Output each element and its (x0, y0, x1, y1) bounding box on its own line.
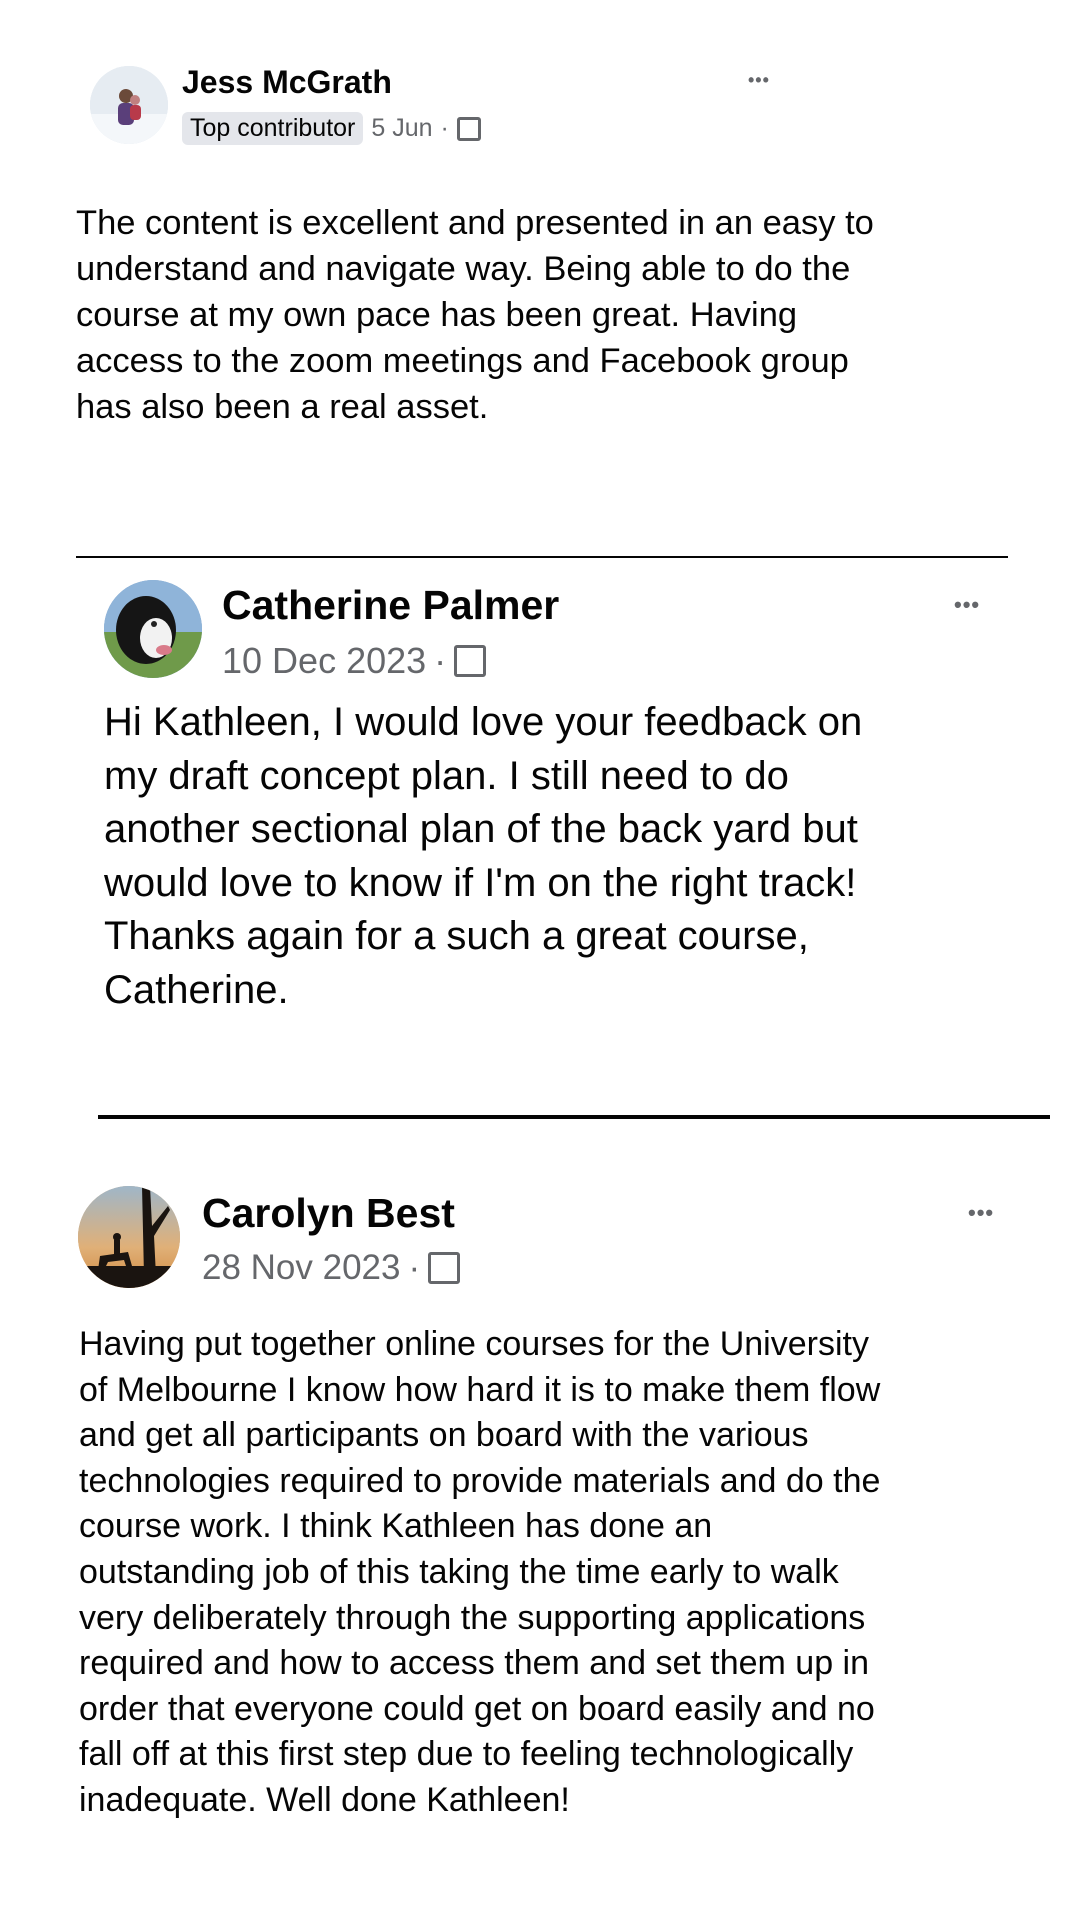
avatar[interactable] (90, 66, 168, 144)
more-options-button[interactable]: ••• (954, 592, 980, 618)
group-audience-icon (454, 645, 487, 677)
author-name[interactable]: Jess McGrath (182, 64, 392, 101)
post-date[interactable]: 28 Nov 2023 (202, 1248, 400, 1288)
post-meta: 10 Dec 2023 · (222, 640, 487, 682)
divider (76, 556, 1008, 558)
post-date[interactable]: 5 Jun (371, 114, 432, 143)
post-body: Having put together online courses for t… (79, 1325, 881, 1819)
author-name[interactable]: Catherine Palmer (222, 582, 559, 629)
avatar[interactable] (78, 1186, 180, 1288)
top-contributor-badge[interactable]: Top contributor (182, 112, 364, 145)
more-options-button[interactable]: ••• (968, 1200, 994, 1226)
avatar[interactable] (104, 580, 202, 678)
post-body: The content is excellent and presented i… (76, 204, 874, 426)
meta-separator: · (440, 114, 449, 142)
divider (98, 1115, 1050, 1119)
meta-separator: · (408, 1248, 421, 1287)
post-body: Hi Kathleen, I would love your feedback … (104, 700, 863, 1012)
post-date[interactable]: 10 Dec 2023 (222, 640, 426, 682)
post-meta: 28 Nov 2023 · (202, 1248, 461, 1288)
group-audience-icon (456, 116, 481, 141)
more-options-button[interactable]: ••• (748, 70, 770, 91)
post-meta: Top contributor 5 Jun · (182, 112, 481, 145)
meta-separator: · (434, 640, 447, 681)
group-audience-icon (428, 1252, 461, 1284)
author-name[interactable]: Carolyn Best (202, 1190, 455, 1237)
